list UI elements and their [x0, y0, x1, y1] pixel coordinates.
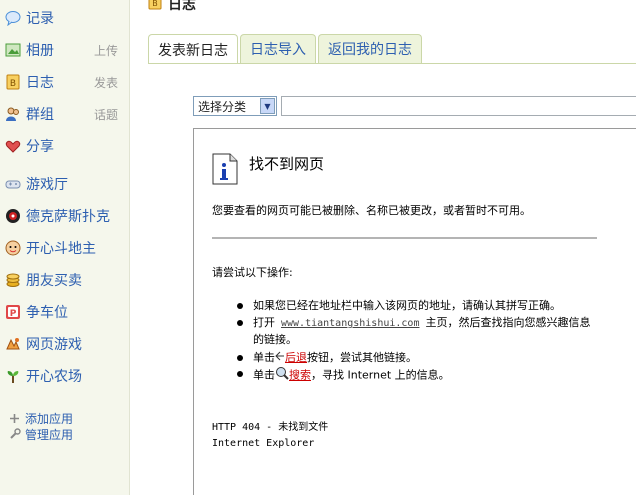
category-select[interactable]: 选择分类 ▼: [193, 96, 277, 116]
suggestion-suffix: ，寻找 Internet 上的信息。: [311, 368, 450, 382]
info-page-icon: [212, 153, 238, 185]
add-app-label: 添加应用: [25, 411, 74, 426]
sidebar-item-parking[interactable]: P 争车位: [4, 300, 124, 324]
back-link[interactable]: 后退: [285, 351, 307, 364]
suggestion-prefix: 打开: [253, 316, 275, 329]
sidebar-item-label: 游戏厅: [26, 177, 68, 193]
bullet-dot: [237, 303, 243, 309]
upload-link[interactable]: 上传: [94, 42, 118, 59]
http-status: HTTP 404 - 未找到文件: [212, 422, 329, 433]
page-header: B 日志: [148, 0, 196, 14]
sidebar-item-happy-farm[interactable]: 开心农场: [4, 364, 124, 388]
error-title: 找不到网页: [249, 155, 325, 173]
wrench-icon: [8, 428, 21, 441]
speech-bubble-icon: [4, 10, 21, 27]
web-game-icon: [4, 336, 21, 353]
parking-icon: P: [4, 304, 21, 321]
suggestion-text: 单击 搜索，寻找 Internet 上的信息。: [253, 366, 597, 385]
sidebar-item-label: 分享: [26, 139, 54, 155]
sidebar-item-label: 群组: [26, 107, 54, 123]
svg-text:B: B: [9, 79, 15, 89]
sidebar: 记录 相册 上传 B 日志 发表 群组 话题 分享 游戏厅 德克萨斯扑克 开心斗…: [0, 0, 130, 495]
sidebar-item-journal[interactable]: B 日志 发表: [4, 70, 124, 94]
journal-title-input[interactable]: [281, 96, 636, 116]
sidebar-item-label: 开心斗地主: [26, 241, 96, 257]
search-link[interactable]: 搜索: [289, 369, 311, 382]
try-heading: 请尝试以下操作:: [212, 266, 293, 279]
sidebar-item-share[interactable]: 分享: [4, 134, 124, 158]
manage-apps-label: 管理应用: [25, 427, 74, 442]
group-icon: [4, 106, 21, 123]
sidebar-item-label: 朋友买卖: [26, 273, 82, 289]
add-app-icon: [8, 412, 21, 425]
tab-divider: [148, 63, 636, 64]
sidebar-item-label: 争车位: [26, 305, 68, 321]
page-title: 日志: [168, 0, 196, 13]
sidebar-item-label: 德克萨斯扑克: [26, 209, 110, 225]
manage-apps-link[interactable]: 管理应用: [8, 426, 73, 442]
bullet-dot: [237, 355, 243, 361]
heart-icon: [4, 138, 21, 155]
sidebar-item-game-hall[interactable]: 游戏厅: [4, 172, 124, 196]
suggestion-prefix: 单击: [253, 351, 275, 364]
sidebar-item-label: 开心农场: [26, 369, 82, 385]
sidebar-item-label: 记录: [26, 11, 54, 27]
svg-text:P: P: [9, 309, 16, 319]
sidebar-item-label: 网页游戏: [26, 337, 82, 353]
suggestion-text: 单击 后退按钮，尝试其他链接。: [253, 350, 597, 366]
sidebar-item-doudizhu[interactable]: 开心斗地主: [4, 236, 124, 260]
category-select-value: 选择分类: [198, 99, 247, 114]
sidebar-item-label: 日志: [26, 75, 54, 91]
bullet-dot: [237, 371, 243, 377]
suggestion-item: 如果您已经在地址栏中输入该网页的地址，请确认其拼写正确。: [237, 298, 597, 314]
suggestion-text: 如果您已经在地址栏中输入该网页的地址，请确认其拼写正确。: [253, 299, 561, 312]
svg-text:B: B: [152, 0, 158, 8]
suggestion-item: 打开 www.tiantangshishui.com 主页，然后查找指向您感兴趣信息…: [237, 315, 597, 348]
gamepad-icon: [4, 176, 21, 193]
cards-icon: [4, 240, 21, 257]
bullet-dot: [237, 320, 243, 326]
journal-icon: B: [148, 0, 162, 14]
browser-name: Internet Explorer: [212, 438, 315, 449]
sidebar-item-texas-poker[interactable]: 德克萨斯扑克: [4, 204, 124, 228]
error-footer: HTTP 404 - 未找到文件 Internet Explorer: [212, 420, 328, 452]
journal-tabs: 发表新日志 日志导入 返回我的日志: [148, 34, 424, 64]
topics-link[interactable]: 话题: [94, 106, 118, 123]
sidebar-item-records[interactable]: 记录: [4, 6, 124, 30]
publish-link[interactable]: 发表: [94, 74, 118, 91]
suggestion-item: 单击 搜索，寻找 Internet 上的信息。: [237, 366, 597, 385]
tab-new-journal[interactable]: 发表新日志: [148, 34, 238, 64]
homepage-link[interactable]: www.tiantangshishui.com: [281, 318, 419, 329]
sidebar-item-label: 相册: [26, 43, 54, 59]
error-description: 您要查看的网页可能已被删除、名称已被更改，或者暂时不可用。: [212, 204, 531, 217]
poker-icon: [4, 208, 21, 225]
search-icon: [275, 366, 289, 385]
journal-icon: B: [4, 74, 21, 91]
suggestion-suffix: 按钮，尝试其他链接。: [307, 351, 417, 364]
coins-icon: [4, 272, 21, 289]
photo-icon: [4, 42, 21, 59]
editor-frame[interactable]: 找不到网页 您要查看的网页可能已被删除、名称已被更改，或者暂时不可用。 请尝试以…: [193, 128, 636, 495]
add-app-link[interactable]: 添加应用: [8, 410, 73, 426]
suggestion-prefix: 单击: [253, 368, 275, 382]
sidebar-item-friend-trade[interactable]: 朋友买卖: [4, 268, 124, 292]
chevron-down-icon: ▼: [260, 98, 275, 114]
error-divider: [212, 237, 597, 239]
tab-back-to-journals[interactable]: 返回我的日志: [318, 34, 422, 63]
sidebar-item-groups[interactable]: 群组 话题: [4, 102, 124, 126]
tab-import-journal[interactable]: 日志导入: [240, 34, 316, 63]
sprout-icon: [4, 368, 21, 385]
suggestion-item: 单击 后退按钮，尝试其他链接。: [237, 350, 597, 366]
sidebar-item-album[interactable]: 相册 上传: [4, 38, 124, 62]
suggestion-text: 打开 www.tiantangshishui.com 主页，然后查找指向您感兴趣信息…: [253, 315, 597, 348]
sidebar-item-web-games[interactable]: 网页游戏: [4, 332, 124, 356]
back-arrow-icon: [275, 350, 285, 366]
